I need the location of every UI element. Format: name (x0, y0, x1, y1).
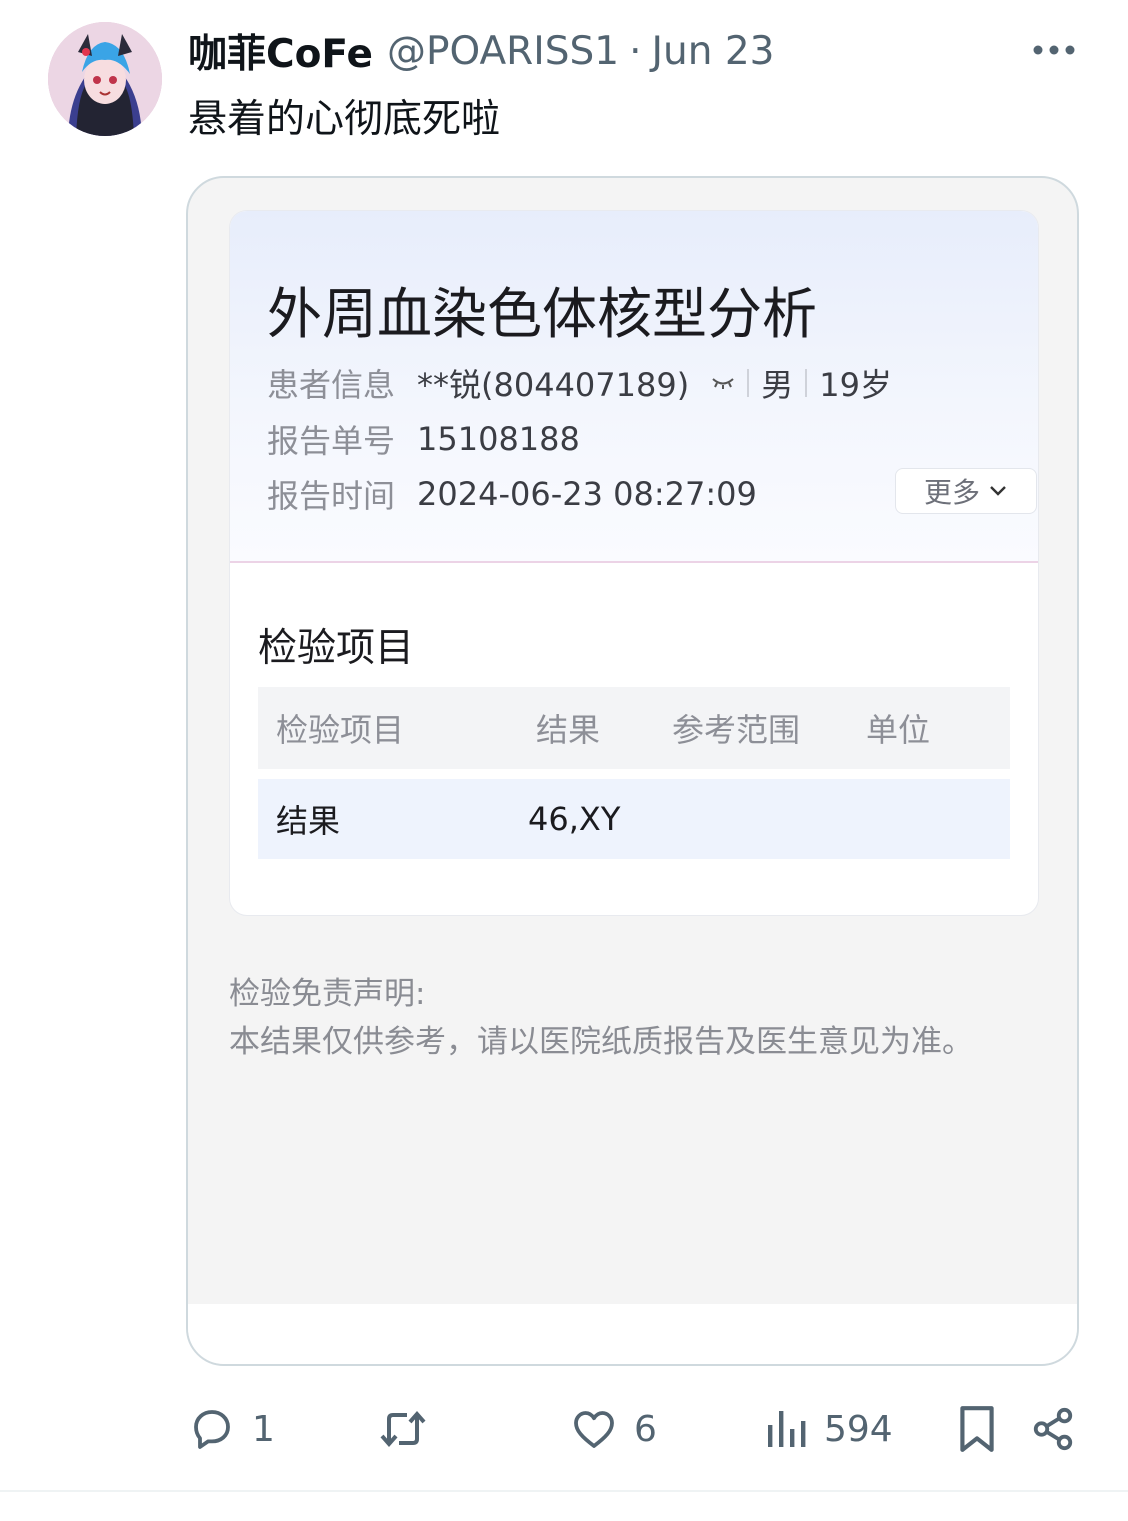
views-icon (768, 1411, 806, 1447)
reply-count: 1 (252, 1408, 275, 1450)
disclaimer-title: 检验免责声明: (229, 976, 426, 1012)
card-bottom-strip (188, 1304, 1077, 1364)
display-name[interactable]: 咖菲CoFe (188, 23, 373, 79)
column-header-unit: 单位 (866, 711, 931, 749)
report-number: 15108188 (417, 420, 580, 458)
report-time-row: 报告时间 2024-06-23 08:27:09 (267, 474, 757, 515)
info-divider (747, 369, 750, 397)
post-date[interactable]: Jun 23 (651, 29, 774, 74)
eye-closed-icon[interactable] (711, 376, 735, 390)
post-media[interactable]: 外周血染色体核型分析 患者信息 **锐(804407189) 男 19岁 报告单… (186, 176, 1079, 1366)
table-row: 结果 46,XY (258, 779, 1010, 859)
views-button[interactable]: 594 (764, 1398, 893, 1460)
avatar-image (48, 22, 162, 136)
retweet-icon (380, 1410, 426, 1448)
patient-age: 19岁 (819, 366, 892, 404)
report-time: 2024-06-23 08:27:09 (417, 475, 757, 513)
section-title: 检验项目 (258, 626, 415, 671)
chevron-down-icon (990, 486, 1006, 496)
disclaimer-text: 本结果仅供参考，请以医院纸质报告及医生意见为准。 (229, 1024, 973, 1060)
report-panel: 外周血染色体核型分析 患者信息 **锐(804407189) 男 19岁 报告单… (229, 210, 1039, 916)
report-number-row: 报告单号 15108188 (267, 419, 580, 460)
more-options-button[interactable] (1028, 32, 1080, 68)
header-separator: · (629, 28, 642, 74)
user-handle[interactable]: @POARISS1 (387, 29, 619, 74)
reply-button[interactable]: 1 (188, 1398, 275, 1460)
reply-icon (194, 1410, 230, 1449)
report-number-label: 报告单号 (267, 422, 396, 460)
more-details-label: 更多 (923, 476, 980, 509)
row-item: 结果 (276, 802, 341, 840)
post-divider (0, 1490, 1128, 1492)
table-header: 检验项目 结果 参考范围 单位 (258, 687, 1010, 769)
patient-sex: 男 (761, 366, 794, 404)
more-icon (1033, 45, 1075, 55)
like-count: 6 (634, 1408, 657, 1450)
bookmark-icon (960, 1406, 994, 1452)
patient-info-row: 患者信息 **锐(804407189) 男 19岁 (267, 363, 892, 404)
patient-name: **锐(804407189) (417, 366, 690, 404)
info-divider (805, 369, 808, 397)
post-action-bar: 1 6 594 (0, 1398, 1128, 1460)
like-icon (574, 1411, 614, 1448)
row-result: 46,XY (528, 800, 621, 838)
view-count: 594 (824, 1408, 893, 1450)
column-header-range: 参考范围 (672, 711, 801, 749)
post-header: 咖菲CoFe @POARISS1 · Jun 23 (188, 23, 774, 79)
more-details-button[interactable]: 更多 (895, 468, 1037, 514)
avatar[interactable] (48, 22, 162, 136)
patient-info-label: 患者信息 (267, 366, 396, 404)
post-text: 悬着的心彻底死啦 (188, 97, 501, 142)
report-header: 外周血染色体核型分析 患者信息 **锐(804407189) 男 19岁 报告单… (230, 211, 1038, 563)
report-title: 外周血染色体核型分析 (267, 282, 818, 346)
share-button[interactable] (1030, 1398, 1076, 1460)
report-time-label: 报告时间 (267, 477, 396, 515)
bookmark-button[interactable] (956, 1398, 998, 1460)
column-header-item: 检验项目 (276, 711, 405, 749)
like-button[interactable]: 6 (570, 1398, 657, 1460)
retweet-button[interactable] (376, 1398, 430, 1460)
column-header-result: 结果 (536, 711, 601, 749)
share-icon (1033, 1407, 1073, 1451)
